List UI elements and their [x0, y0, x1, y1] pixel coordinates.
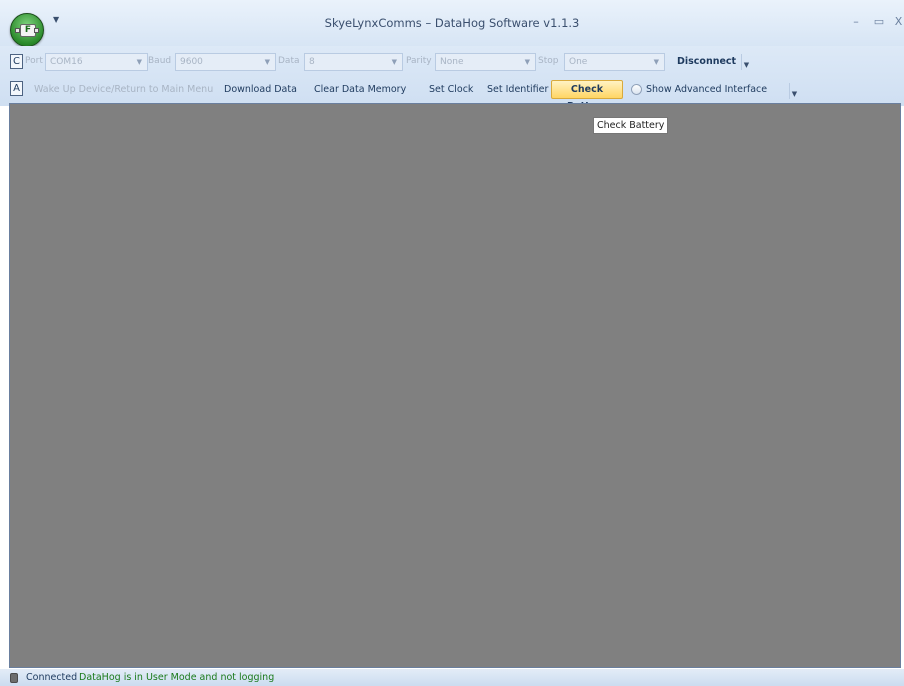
baud-label: Baud — [148, 56, 172, 66]
connection-toolbar: C Port COM16 ▼ Baud 9600 ▼ Data 8 ▼ Pari… — [0, 49, 904, 75]
set-identifier-button[interactable]: Set Identifier — [487, 84, 548, 95]
chevron-down-icon: ▼ — [136, 58, 142, 66]
parity-value: None — [440, 57, 464, 67]
parity-label: Parity — [406, 56, 432, 66]
stop-bits-value: One — [569, 57, 588, 67]
connection-status-text: Connected — [26, 672, 78, 683]
baud-select[interactable]: 9600 ▼ — [175, 53, 276, 71]
main-workspace — [9, 103, 901, 668]
port-select[interactable]: COM16 ▼ — [45, 53, 148, 71]
data-bits-select[interactable]: 8 ▼ — [304, 53, 403, 71]
download-data-button[interactable]: Download Data — [224, 84, 297, 95]
set-clock-button[interactable]: Set Clock — [429, 84, 473, 95]
data-bits-label: Data — [278, 56, 300, 66]
port-value: COM16 — [50, 57, 83, 67]
chevron-down-icon: ▼ — [524, 58, 530, 66]
title-bar: F ▼ SkyeLynxComms – DataHog Software v1.… — [0, 0, 904, 47]
disconnect-button[interactable]: Disconnect — [677, 56, 736, 67]
stop-bits-label: Stop — [538, 56, 559, 66]
stop-bits-select[interactable]: One ▼ — [564, 53, 665, 71]
baud-value: 9600 — [180, 57, 203, 67]
window-title: SkyeLynxComms – DataHog Software v1.1.3 — [324, 16, 580, 30]
check-battery-button[interactable]: Check Battery — [551, 80, 623, 112]
parity-select[interactable]: None ▼ — [435, 53, 536, 71]
chevron-down-icon: ▼ — [264, 58, 270, 66]
actions-toolbar: A Wake Up Device/Return to Main Menu Dow… — [0, 77, 904, 112]
actions-toolbar-grip[interactable]: A — [10, 81, 23, 96]
toolbar-overflow-icon[interactable]: ▼ — [741, 54, 751, 70]
close-button[interactable]: X — [893, 15, 904, 29]
maximize-button[interactable]: ▭ — [871, 15, 887, 29]
minimize-button[interactable]: – — [848, 15, 864, 29]
show-advanced-interface-label[interactable]: Show Advanced Interface — [646, 84, 767, 95]
toolbar-overflow-icon[interactable]: ▼ — [789, 83, 799, 99]
chevron-down-icon: ▼ — [653, 58, 659, 66]
device-mode-status: DataHog is in User Mode and not logging — [79, 672, 275, 683]
port-label: Port — [25, 56, 43, 66]
wake-up-button[interactable]: Wake Up Device/Return to Main Menu — [34, 84, 213, 95]
clear-data-memory-button[interactable]: Clear Data Memory — [314, 84, 406, 95]
connection-toolbar-grip[interactable]: C — [10, 54, 23, 69]
status-bar: Connected DataHog is in User Mode and no… — [0, 669, 904, 686]
connection-status-icon — [10, 673, 18, 683]
chevron-down-icon: ▼ — [391, 58, 397, 66]
advanced-interface-radio[interactable] — [631, 84, 642, 95]
data-bits-value: 8 — [309, 57, 315, 67]
check-battery-tooltip: Check Battery — [593, 117, 669, 134]
